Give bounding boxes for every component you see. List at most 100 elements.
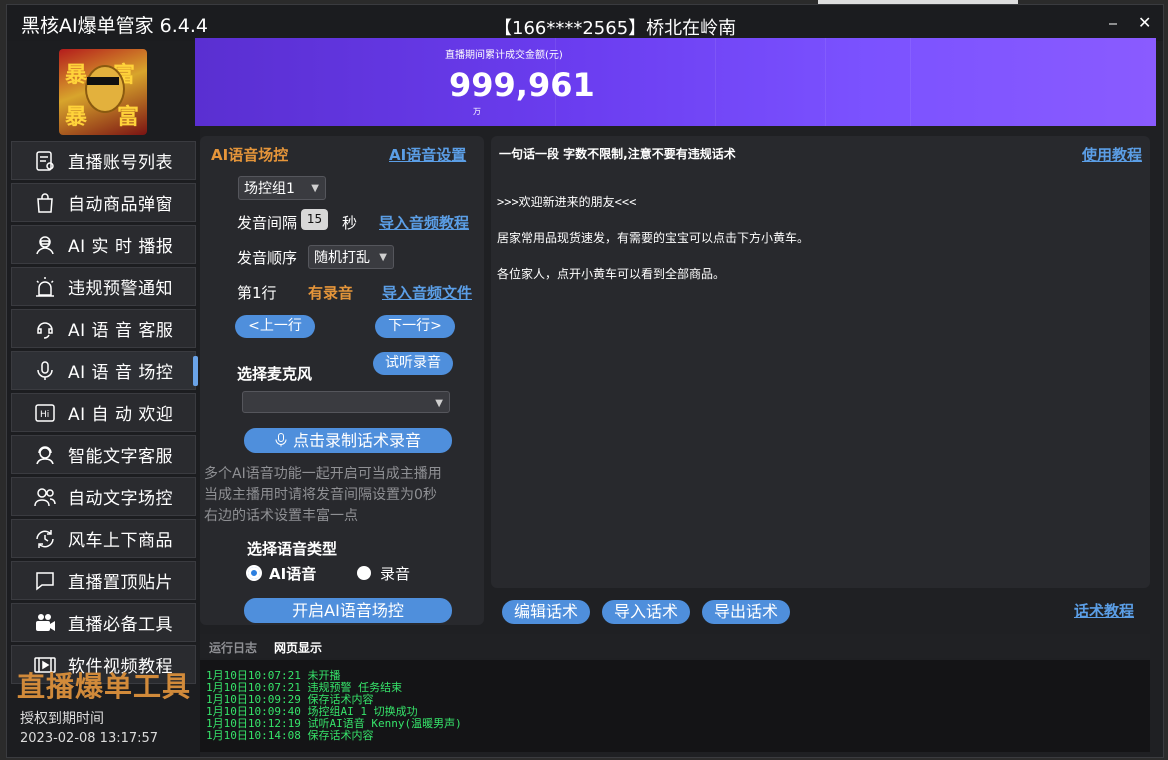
sidebar-item-text-control[interactable]: 自动文字场控: [11, 477, 196, 516]
script-line: 居家常用品现货速发，有需要的宝宝可以点击下方小黄车。: [497, 231, 810, 245]
chevron-down-icon: ▼: [311, 183, 319, 194]
sidebar-item-product-popup[interactable]: 自动商品弹窗: [11, 183, 196, 222]
mic-select[interactable]: ▼: [242, 391, 450, 413]
next-line-button[interactable]: 下一行>: [375, 315, 455, 338]
sidebar-item-label: AI 语 音 客服: [68, 321, 174, 341]
sidebar-item-ai-broadcast[interactable]: AI 实 时 播报: [11, 225, 196, 264]
voice-service-icon: [32, 316, 58, 342]
sidebar-item-label: AI 语 音 场控: [68, 363, 174, 383]
hi-icon: Hi: [32, 400, 58, 426]
close-icon[interactable]: ✕: [1138, 13, 1151, 32]
microphone-icon: [275, 433, 287, 447]
pin-chat-icon: [32, 568, 58, 594]
control-group-value: 场控组1: [244, 181, 295, 197]
radio-recording[interactable]: [357, 566, 371, 580]
sales-banner: 直播期间累计成交金额(元) 999,961 万: [195, 38, 1156, 126]
hint-line: 多个AI语音功能一起开启可当成主播用: [204, 466, 442, 482]
interval-unit: 秒: [342, 214, 358, 232]
edit-script-button[interactable]: 编辑话术: [502, 600, 590, 624]
import-script-button[interactable]: 导入话术: [602, 600, 690, 624]
record-script-button[interactable]: 点击录制话术录音: [244, 428, 452, 453]
voice-type-label: 选择语音类型: [247, 540, 338, 558]
hint-line: 当成主播用时请将发音间隔设置为0秒: [204, 487, 437, 503]
sidebar-item-account-list[interactable]: 直播账号列表: [11, 141, 196, 180]
recording-status: 有录音: [308, 284, 354, 302]
export-script-button[interactable]: 导出话术: [702, 600, 790, 624]
sidebar-item-label: 直播置顶贴片: [68, 573, 173, 593]
log-line: 1月10日10:14:08 保存话术内容: [206, 729, 374, 742]
banner-grid-line: [825, 38, 826, 126]
logo-char: 暴: [65, 63, 88, 88]
chevron-down-icon: ▼: [379, 252, 387, 263]
tab-run-log[interactable]: 运行日志: [209, 639, 257, 656]
interval-label: 发音间隔: [237, 214, 298, 232]
svg-text:Hi: Hi: [40, 410, 49, 420]
camera-icon: [32, 610, 58, 636]
script-tutorial-link[interactable]: 话术教程: [1074, 600, 1134, 621]
ai-broadcast-icon: [32, 232, 58, 258]
sidebar-item-label: 直播必备工具: [68, 615, 173, 635]
chevron-down-icon: ▼: [435, 398, 443, 409]
banner-caption: 直播期间累计成交金额(元): [445, 50, 563, 61]
sales-unit: 万: [473, 107, 481, 116]
active-indicator: [193, 356, 198, 386]
hint-text: 多个AI语音功能一起开启可当成主播用 当成主播用时请将发音间隔设置为0秒 右边的…: [204, 464, 482, 527]
script-textarea[interactable]: >>>欢迎新进来的朋友<<< 居家常用品现货速发，有需要的宝宝可以点击下方小黄车…: [497, 172, 809, 304]
radio-recording-label: 录音: [380, 565, 411, 583]
sidebar-item-label: 风车上下商品: [68, 531, 173, 551]
sidebar-item-windmill-products[interactable]: 风车上下商品: [11, 519, 196, 558]
sidebar-item-text-service[interactable]: 智能文字客服: [11, 435, 196, 474]
headset-icon: [32, 442, 58, 468]
voice-control-panel: AI语音场控 AI语音设置 场控组1 ▼ 发音间隔 15 秒 导入音频教程 发音…: [200, 136, 484, 625]
interval-input[interactable]: 15: [301, 209, 328, 230]
line-label: 第1行: [237, 284, 277, 302]
radio-ai-voice[interactable]: [246, 565, 262, 581]
sidebar: 暴 富 暴 富 直播账号列表 自动商品弹窗 AI 实 时 播报 违规预警通知 A…: [7, 41, 200, 757]
sidebar-item-label: 自动文字场控: [68, 489, 173, 509]
logo-glasses: [87, 77, 119, 85]
import-audio-file-link[interactable]: 导入音频文件: [382, 282, 472, 303]
script-line: 各位家人，点开小黄车可以看到全部商品。: [497, 267, 726, 281]
prev-line-button[interactable]: <上一行: [235, 315, 315, 338]
log-tabs: 运行日志 网页显示: [200, 634, 1150, 658]
sidebar-item-auto-welcome[interactable]: Hi AI 自 动 欢迎: [11, 393, 196, 432]
banner-grid-line: [715, 38, 716, 126]
expire-label: 授权到期时间: [20, 711, 104, 727]
logo-char: 暴: [65, 105, 88, 130]
brand-text: 直播爆单工具: [17, 670, 192, 703]
sidebar-item-violation-alert[interactable]: 违规预警通知: [11, 267, 196, 306]
logo: 暴 富 暴 富: [59, 49, 147, 135]
account-list-icon: [32, 148, 58, 174]
account-info: 【166****2565】桥北在岭南: [494, 18, 737, 39]
sidebar-item-label: 直播账号列表: [68, 153, 173, 173]
order-label: 发音顺序: [237, 249, 298, 267]
sidebar-item-label: AI 自 动 欢迎: [68, 405, 174, 425]
hint-line: 右边的话术设置丰富一点: [204, 508, 358, 524]
voice-settings-link[interactable]: AI语音设置: [389, 144, 466, 165]
sidebar-item-live-tools[interactable]: 直播必备工具: [11, 603, 196, 642]
mic-label: 选择麦克风: [237, 365, 313, 383]
usage-tutorial-link[interactable]: 使用教程: [1082, 144, 1142, 165]
sidebar-item-label: 智能文字客服: [68, 447, 173, 467]
sidebar-item-label: 违规预警通知: [68, 279, 173, 299]
sidebar-item-voice-service[interactable]: AI 语 音 客服: [11, 309, 196, 348]
sidebar-nav: 直播账号列表 自动商品弹窗 AI 实 时 播报 违规预警通知 AI 语 音 客服…: [7, 141, 200, 687]
order-value: 随机打乱: [314, 250, 370, 266]
listen-recording-button[interactable]: 试听录音: [373, 352, 453, 375]
sidebar-item-pin-sticker[interactable]: 直播置顶贴片: [11, 561, 196, 600]
radio-ai-voice-label: AI语音: [269, 565, 317, 583]
title-bar: 黑核AI爆单管家 6.4.4 【166****2565】桥北在岭南 ⎯ ✕: [7, 5, 1163, 41]
control-group-select[interactable]: 场控组1 ▼: [238, 176, 326, 200]
sidebar-item-voice-control[interactable]: AI 语 音 场控: [11, 351, 198, 390]
tab-web-display[interactable]: 网页显示: [274, 639, 322, 656]
minimize-icon[interactable]: ⎯: [1109, 13, 1117, 33]
order-select[interactable]: 随机打乱 ▼: [308, 245, 394, 269]
sidebar-item-label: AI 实 时 播报: [68, 237, 174, 257]
panel-title: AI语音场控: [211, 146, 289, 164]
start-voice-control-button[interactable]: 开启AI语音场控: [244, 598, 452, 623]
import-audio-tutorial-link[interactable]: 导入音频教程: [379, 212, 469, 233]
expire-value: 2023-02-08 13:17:57: [20, 731, 159, 746]
banner-grid-line: [910, 38, 911, 126]
sales-amount: 999,961: [449, 66, 595, 104]
rotate-icon: [32, 526, 58, 552]
